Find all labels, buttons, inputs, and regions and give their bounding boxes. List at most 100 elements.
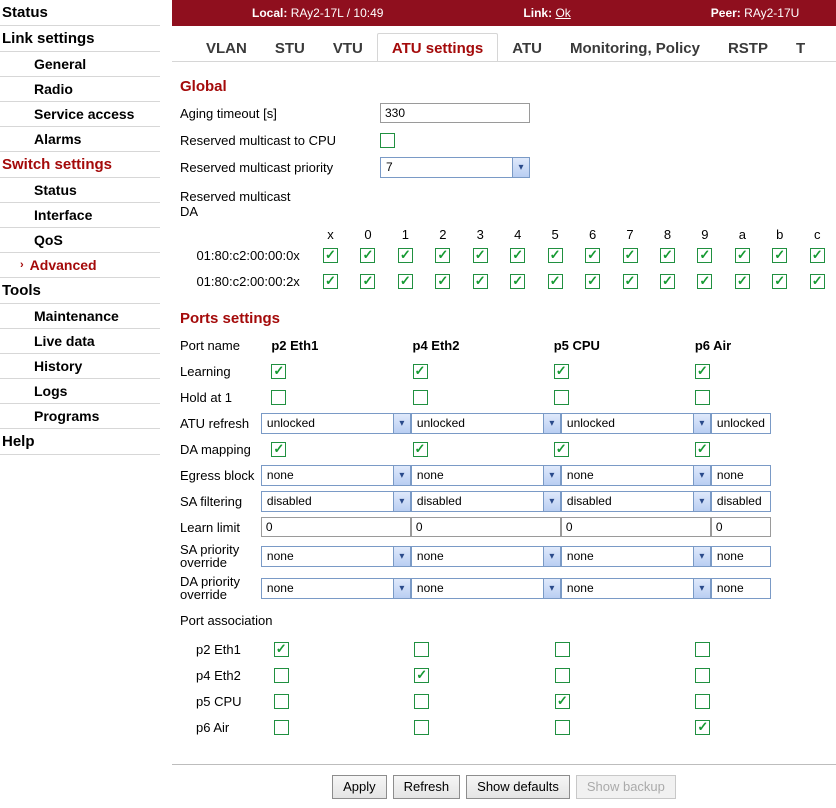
hold-p5[interactable] bbox=[554, 390, 569, 405]
assoc-p6-p4[interactable] bbox=[414, 720, 429, 735]
assoc-p5-p4[interactable] bbox=[414, 694, 429, 709]
safilter-p2[interactable]: disabled▾ bbox=[261, 491, 411, 512]
nav-qos[interactable]: QoS bbox=[0, 228, 160, 252]
nav-link-settings[interactable]: Link settings bbox=[0, 26, 160, 51]
safilter-p6[interactable]: disabled bbox=[711, 491, 771, 512]
tab-vlan[interactable]: VLAN bbox=[192, 34, 261, 61]
rm-check[interactable] bbox=[360, 248, 375, 263]
daprio-p2[interactable]: none▾ bbox=[261, 578, 411, 599]
tab-extra[interactable]: T bbox=[782, 34, 819, 61]
learning-p5[interactable] bbox=[554, 364, 569, 379]
nav-logs[interactable]: Logs bbox=[0, 379, 160, 403]
saprio-p5[interactable]: none▾ bbox=[561, 546, 711, 567]
learnlimit-p5[interactable] bbox=[561, 517, 711, 537]
damap-p4[interactable] bbox=[413, 442, 428, 457]
assoc-p5-p5[interactable] bbox=[555, 694, 570, 709]
rm-check[interactable] bbox=[810, 274, 825, 289]
assoc-p4-p5[interactable] bbox=[555, 668, 570, 683]
rm-check[interactable] bbox=[360, 274, 375, 289]
damap-p2[interactable] bbox=[271, 442, 286, 457]
assoc-p2-p2[interactable] bbox=[274, 642, 289, 657]
rm-check[interactable] bbox=[323, 274, 338, 289]
learnlimit-p2[interactable] bbox=[261, 517, 411, 537]
rm-check[interactable] bbox=[585, 274, 600, 289]
daprio-p5[interactable]: none▾ bbox=[561, 578, 711, 599]
tab-atu[interactable]: ATU bbox=[498, 34, 556, 61]
rm-check[interactable] bbox=[735, 274, 750, 289]
rm-check[interactable] bbox=[323, 248, 338, 263]
rm-check[interactable] bbox=[810, 248, 825, 263]
nav-maintenance[interactable]: Maintenance bbox=[0, 304, 160, 328]
assoc-p4-p2[interactable] bbox=[274, 668, 289, 683]
learning-p2[interactable] bbox=[271, 364, 286, 379]
nav-radio[interactable]: Radio bbox=[0, 77, 160, 101]
aging-input[interactable] bbox=[380, 103, 530, 123]
nav-interface[interactable]: Interface bbox=[0, 203, 160, 227]
rm-check[interactable] bbox=[510, 248, 525, 263]
res-mc-cpu-check[interactable] bbox=[380, 133, 395, 148]
tab-monitoring[interactable]: Monitoring, Policy bbox=[556, 34, 714, 61]
assoc-p4-p6[interactable] bbox=[695, 668, 710, 683]
aturefresh-p5[interactable]: unlocked▾ bbox=[561, 413, 711, 434]
tab-atu-settings[interactable]: ATU settings bbox=[377, 33, 498, 62]
tab-stu[interactable]: STU bbox=[261, 34, 319, 61]
rm-check[interactable] bbox=[772, 248, 787, 263]
nav-tools[interactable]: Tools bbox=[0, 278, 160, 303]
show-defaults-button[interactable]: Show defaults bbox=[466, 775, 570, 799]
learning-p6[interactable] bbox=[695, 364, 710, 379]
damap-p6[interactable] bbox=[695, 442, 710, 457]
rm-check[interactable] bbox=[660, 248, 675, 263]
assoc-p2-p5[interactable] bbox=[555, 642, 570, 657]
res-mc-prio-select[interactable]: 7▾ bbox=[380, 157, 530, 178]
nav-help[interactable]: Help bbox=[0, 429, 160, 454]
hold-p4[interactable] bbox=[413, 390, 428, 405]
rm-check[interactable] bbox=[623, 248, 638, 263]
daprio-p4[interactable]: none▾ bbox=[411, 578, 561, 599]
rm-check[interactable] bbox=[473, 274, 488, 289]
assoc-p2-p4[interactable] bbox=[414, 642, 429, 657]
learnlimit-p6[interactable] bbox=[711, 517, 771, 537]
assoc-p6-p5[interactable] bbox=[555, 720, 570, 735]
hold-p6[interactable] bbox=[695, 390, 710, 405]
saprio-p6[interactable]: none bbox=[711, 546, 771, 567]
egress-p4[interactable]: none▾ bbox=[411, 465, 561, 486]
rm-check[interactable] bbox=[398, 248, 413, 263]
rm-check[interactable] bbox=[435, 248, 450, 263]
assoc-p2-p6[interactable] bbox=[695, 642, 710, 657]
rm-check[interactable] bbox=[697, 248, 712, 263]
rm-check[interactable] bbox=[473, 248, 488, 263]
nav-service-access[interactable]: Service access bbox=[0, 102, 160, 126]
assoc-p5-p6[interactable] bbox=[695, 694, 710, 709]
egress-p6[interactable]: none bbox=[711, 465, 771, 486]
rm-check[interactable] bbox=[697, 274, 712, 289]
nav-status[interactable]: Status bbox=[0, 0, 160, 25]
rm-check[interactable] bbox=[548, 274, 563, 289]
nav-programs[interactable]: Programs bbox=[0, 404, 160, 428]
rm-check[interactable] bbox=[548, 248, 563, 263]
rm-check[interactable] bbox=[435, 274, 450, 289]
aturefresh-p4[interactable]: unlocked▾ bbox=[411, 413, 561, 434]
rm-check[interactable] bbox=[510, 274, 525, 289]
damap-p5[interactable] bbox=[554, 442, 569, 457]
rm-check[interactable] bbox=[398, 274, 413, 289]
nav-general[interactable]: General bbox=[0, 52, 160, 76]
safilter-p4[interactable]: disabled▾ bbox=[411, 491, 561, 512]
aturefresh-p2[interactable]: unlocked▾ bbox=[261, 413, 411, 434]
daprio-p6[interactable]: none bbox=[711, 578, 771, 599]
saprio-p4[interactable]: none▾ bbox=[411, 546, 561, 567]
assoc-p6-p2[interactable] bbox=[274, 720, 289, 735]
nav-advanced[interactable]: ›Advanced bbox=[0, 253, 160, 277]
nav-switch-settings[interactable]: Switch settings bbox=[0, 152, 160, 177]
egress-p2[interactable]: none▾ bbox=[261, 465, 411, 486]
nav-switch-status[interactable]: Status bbox=[0, 178, 160, 202]
assoc-p4-p4[interactable] bbox=[414, 668, 429, 683]
tab-rstp[interactable]: RSTP bbox=[714, 34, 782, 61]
nav-livedata[interactable]: Live data bbox=[0, 329, 160, 353]
rm-check[interactable] bbox=[623, 274, 638, 289]
safilter-p5[interactable]: disabled▾ bbox=[561, 491, 711, 512]
egress-p5[interactable]: none▾ bbox=[561, 465, 711, 486]
tab-vtu[interactable]: VTU bbox=[319, 34, 377, 61]
rm-check[interactable] bbox=[660, 274, 675, 289]
apply-button[interactable]: Apply bbox=[332, 775, 387, 799]
refresh-button[interactable]: Refresh bbox=[393, 775, 461, 799]
